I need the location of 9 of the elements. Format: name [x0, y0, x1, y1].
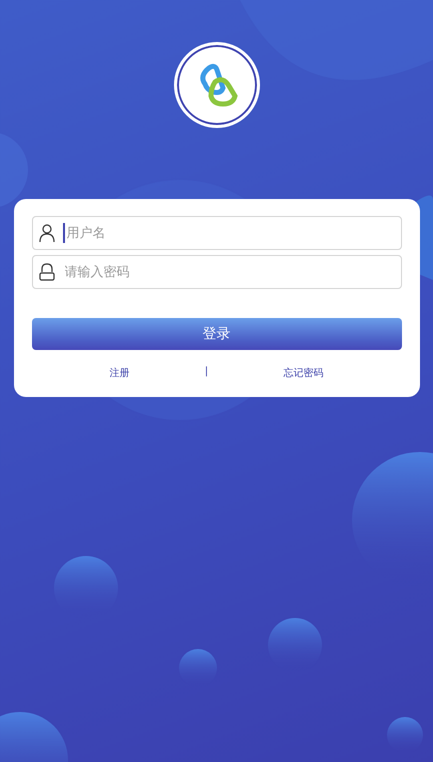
background-bubble: [0, 712, 68, 762]
link-separator: |: [204, 366, 208, 379]
register-link[interactable]: 注册: [109, 366, 130, 380]
username-field[interactable]: 用户名: [32, 216, 402, 250]
forgot-password-link[interactable]: 忘记密码: [284, 366, 324, 380]
password-field[interactable]: 请输入密码: [32, 255, 402, 289]
person-icon: [38, 224, 54, 242]
lock-icon: [38, 263, 54, 281]
login-button[interactable]: 登录: [32, 318, 402, 350]
